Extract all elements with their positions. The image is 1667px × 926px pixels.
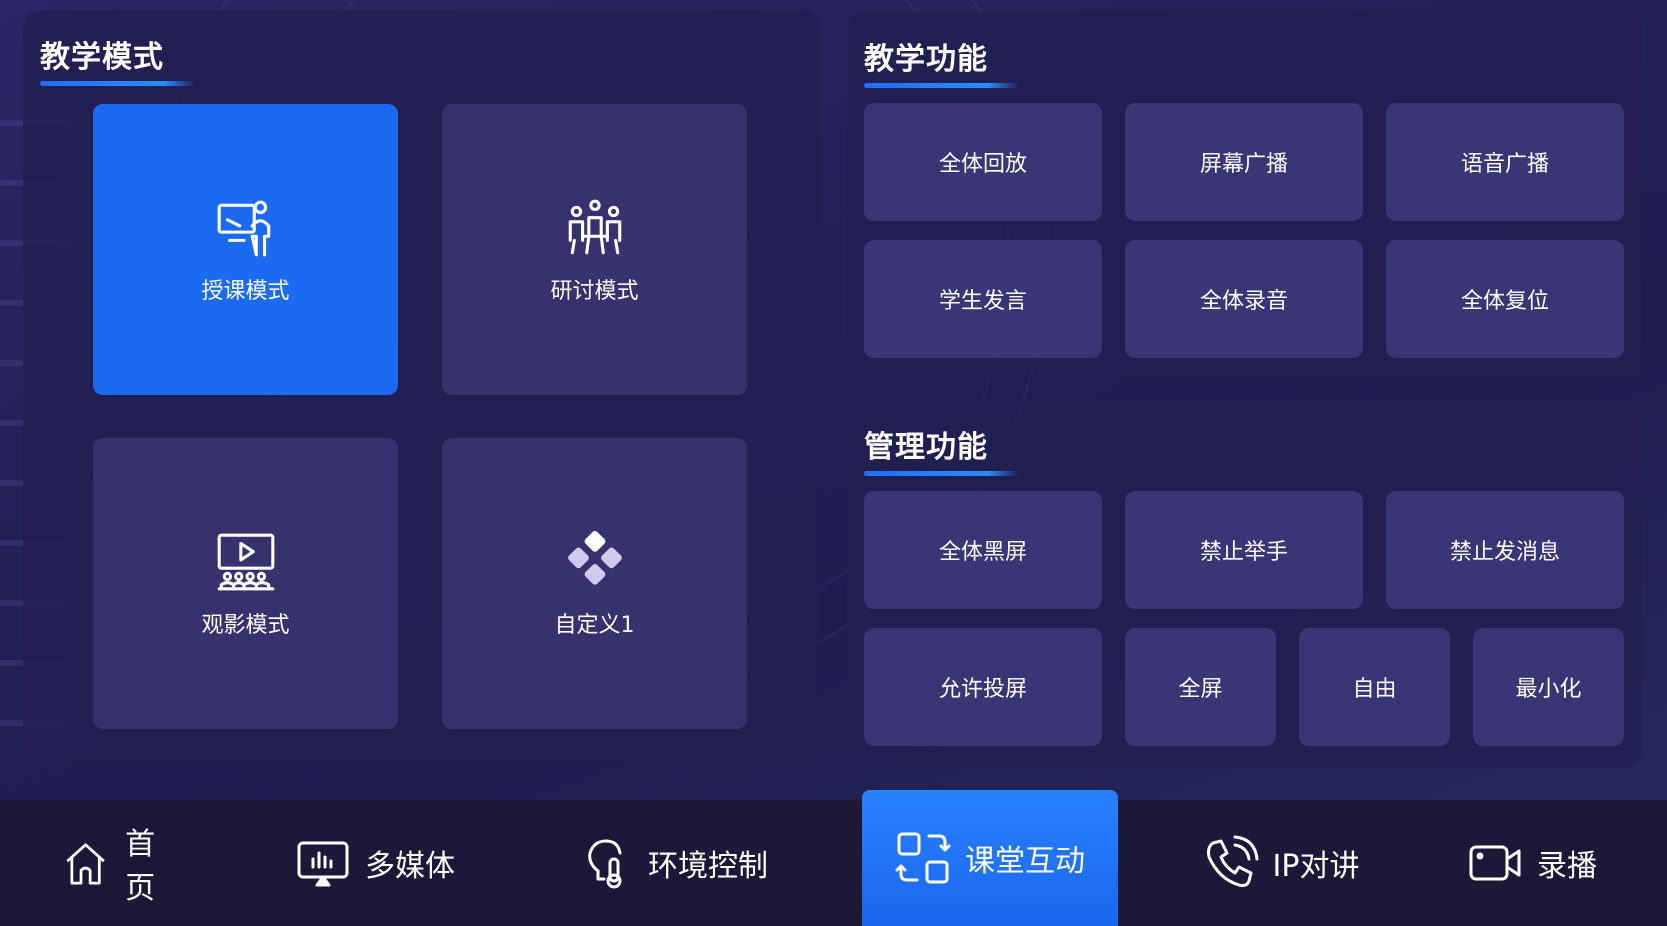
mode-tile-movie[interactable]: 观影模式 bbox=[93, 438, 398, 729]
black-screen-all-button[interactable]: 全体黑屏 bbox=[864, 491, 1102, 609]
discussion-group-icon bbox=[568, 199, 621, 254]
nav-item-home[interactable]: 首页 bbox=[60, 800, 180, 926]
nav-item-class-interaction[interactable]: 课堂互动 bbox=[862, 790, 1118, 926]
environment-bulb-icon bbox=[588, 839, 622, 889]
nav-item-environment[interactable]: 环境控制 bbox=[558, 800, 788, 926]
record-all-button[interactable]: 全体录音 bbox=[1125, 240, 1363, 358]
teaching-functions-title: 教学功能 bbox=[864, 34, 1019, 88]
bottom-navigation-bar bbox=[0, 800, 1667, 926]
voice-broadcast-button[interactable]: 语音广播 bbox=[1386, 103, 1624, 221]
nav-label-multimedia: 多媒体 bbox=[365, 849, 455, 884]
home-icon bbox=[66, 843, 105, 885]
minimize-button[interactable]: 最小化 bbox=[1473, 628, 1624, 746]
teaching-mode-title: 教学模式 bbox=[40, 32, 195, 86]
disable-raise-hand-button[interactable]: 禁止举手 bbox=[1125, 491, 1363, 609]
class-interaction-icon bbox=[895, 832, 951, 884]
mode-label-discussion: 研讨模式 bbox=[550, 278, 639, 304]
mode-label-lecture: 授课模式 bbox=[201, 278, 290, 304]
mode-label-movie: 观影模式 bbox=[201, 612, 290, 638]
management-functions-title: 管理功能 bbox=[864, 422, 1019, 476]
nav-item-ip-intercom[interactable]: IP对讲 bbox=[1186, 800, 1376, 926]
free-mode-button[interactable]: 自由 bbox=[1299, 628, 1450, 746]
movie-audience-icon bbox=[217, 533, 274, 590]
management-functions-panel: 管理功能 全体黑屏 禁止举手 禁止发消息 允许投屏 全屏 自由 最小化 bbox=[847, 400, 1642, 768]
multimedia-monitor-icon bbox=[297, 841, 349, 887]
allow-screencast-button[interactable]: 允许投屏 bbox=[864, 628, 1102, 746]
student-speak-button[interactable]: 学生发言 bbox=[864, 240, 1102, 358]
teaching-mode-panel: 教学模式 授课模式 研讨模式 观影模式 自定义1 bbox=[23, 10, 820, 766]
nav-label-recording: 录播 bbox=[1537, 849, 1597, 884]
disable-messages-button[interactable]: 禁止发消息 bbox=[1386, 491, 1624, 609]
nav-label-ip-intercom: IP对讲 bbox=[1272, 849, 1360, 884]
custom-diamond-icon bbox=[567, 530, 622, 585]
reset-all-button[interactable]: 全体复位 bbox=[1386, 240, 1624, 358]
teacher-presenting-icon bbox=[217, 200, 270, 256]
nav-item-multimedia[interactable]: 多媒体 bbox=[280, 800, 470, 926]
replay-all-button[interactable]: 全体回放 bbox=[864, 103, 1102, 221]
mode-label-custom1: 自定义1 bbox=[554, 612, 635, 638]
nav-item-recording[interactable]: 录播 bbox=[1452, 800, 1612, 926]
phone-intercom-icon bbox=[1206, 835, 1259, 887]
nav-label-home: 首页 bbox=[125, 827, 156, 906]
fullscreen-button[interactable]: 全屏 bbox=[1125, 628, 1276, 746]
mode-tile-discussion[interactable]: 研讨模式 bbox=[442, 104, 747, 395]
nav-label-environment: 环境控制 bbox=[648, 849, 768, 884]
mode-tile-lecture[interactable]: 授课模式 bbox=[93, 104, 398, 395]
video-camera-icon bbox=[1469, 845, 1521, 881]
nav-label-class-interaction: 课堂互动 bbox=[965, 844, 1085, 879]
screen-broadcast-button[interactable]: 屏幕广播 bbox=[1125, 103, 1363, 221]
teaching-functions-panel: 教学功能 全体回放 屏幕广播 语音广播 学生发言 全体录音 全体复位 bbox=[847, 12, 1642, 380]
mode-tile-custom1[interactable]: 自定义1 bbox=[442, 438, 747, 729]
